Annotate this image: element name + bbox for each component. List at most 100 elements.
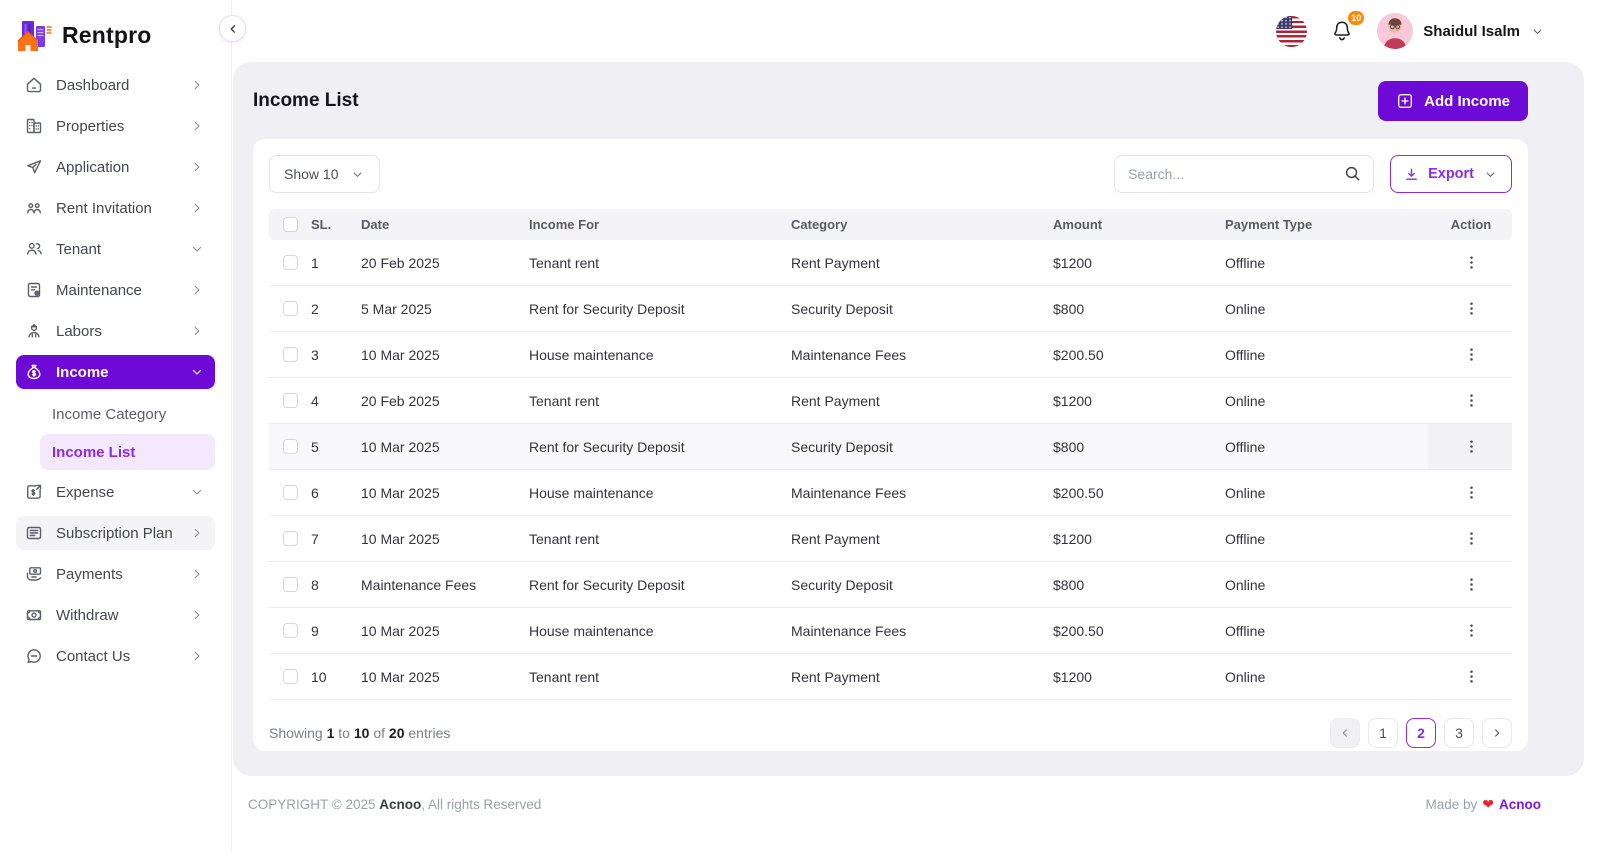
table-row: 120 Feb 2025Tenant rentRent Payment$1200… [269,240,1512,286]
show-entries-select[interactable]: Show 10 [269,155,380,193]
sidebar-subitem-income-list[interactable]: Income List [40,434,215,470]
sidebar-item-dashboard[interactable]: Dashboard [16,68,215,102]
language-flag-button[interactable] [1276,16,1307,47]
cell-category: Maintenance Fees [789,623,1051,639]
notification-badge: 10 [1346,9,1366,27]
cell-category: Rent Payment [789,393,1051,409]
column-header-income-for: Income For [527,217,789,232]
footer-company: Acnoo [379,797,421,812]
export-label: Export [1428,166,1474,182]
row-actions-menu[interactable] [1457,433,1485,461]
sidebar-item-income[interactable]: Income [16,355,215,389]
pagination-page-2[interactable]: 2 [1406,718,1436,748]
cell-income-for: House maintenance [527,623,789,639]
column-header-sl: SL. [309,217,359,232]
heart-icon: ❤ [1482,796,1494,813]
sidebar-item-label: Payments [56,566,189,583]
row-actions-menu[interactable] [1457,387,1485,415]
table-row: 710 Mar 2025Tenant rentRent Payment$1200… [269,516,1512,562]
cell-sl: 6 [309,485,359,501]
row-checkbox[interactable] [283,439,298,454]
add-income-button[interactable]: Add Income [1378,81,1528,121]
cell-amount: $1200 [1051,531,1223,547]
user-menu[interactable]: Shaidul Isalm [1377,13,1545,49]
export-button[interactable]: Export [1390,155,1512,193]
row-actions-menu[interactable] [1457,663,1485,691]
row-actions-menu[interactable] [1457,341,1485,369]
cell-amount: $1200 [1051,669,1223,685]
brand-logo[interactable]: Rentpro [0,0,231,58]
table-row: 910 Mar 2025House maintenanceMaintenance… [269,608,1512,654]
invite-icon [24,198,44,218]
table-row: 420 Feb 2025Tenant rentRent Payment$1200… [269,378,1512,424]
pagination-page-3[interactable]: 3 [1444,718,1474,748]
brand-name: Rentpro [62,22,152,49]
page-header: Income List Add Income [233,62,1584,121]
notifications-button[interactable]: 10 [1325,14,1359,48]
contact-icon [24,646,44,666]
sidebar-item-application[interactable]: Application [16,150,215,184]
users-icon [24,239,44,259]
sidebar-item-tenant[interactable]: Tenant [16,232,215,266]
pagination-next-button[interactable] [1482,718,1512,748]
user-avatar [1377,13,1413,49]
cell-amount: $800 [1051,439,1223,455]
table-header-row: SL.DateIncome ForCategoryAmountPayment T… [269,209,1512,240]
row-checkbox[interactable] [283,347,298,362]
show-entries-label: Show 10 [284,166,338,182]
pagination-prev-button[interactable] [1330,718,1360,748]
row-checkbox[interactable] [283,393,298,408]
column-header-amount: Amount [1051,217,1223,232]
cell-category: Rent Payment [789,255,1051,271]
sidebar-nav: Dashboard Properties Application Rent Invit… [0,58,231,673]
cell-sl: 2 [309,301,359,317]
column-header-category: Category [789,217,1051,232]
column-header-action: Action [1428,217,1512,232]
search-input[interactable] [1114,155,1374,193]
row-checkbox[interactable] [283,577,298,592]
sidebar-item-label: Contact Us [56,648,189,665]
row-checkbox[interactable] [283,485,298,500]
row-actions-menu[interactable] [1457,479,1485,507]
column-header-payment-type: Payment Type [1223,217,1428,232]
sidebar-item-withdraw[interactable]: Withdraw [16,598,215,632]
sidebar-item-contact-us[interactable]: Contact Us [16,639,215,673]
row-checkbox[interactable] [283,669,298,684]
row-actions-menu[interactable] [1457,617,1485,645]
cell-date: 5 Mar 2025 [359,301,527,317]
cell-date: 20 Feb 2025 [359,393,527,409]
row-checkbox[interactable] [283,255,298,270]
select-all-checkbox[interactable] [283,217,298,232]
download-icon [1404,167,1419,182]
row-actions-menu[interactable] [1457,249,1485,277]
sidebar-item-properties[interactable]: Properties [16,109,215,143]
sidebar-item-subscription-plan[interactable]: Subscription Plan [16,516,215,550]
row-actions-menu[interactable] [1457,295,1485,323]
row-checkbox[interactable] [283,531,298,546]
sidebar-item-payments[interactable]: Payments [16,557,215,591]
sidebar-item-expense[interactable]: Expense [16,475,215,509]
sidebar-item-labors[interactable]: Labors [16,314,215,348]
add-income-label: Add Income [1424,93,1510,110]
cell-category: Security Deposit [789,577,1051,593]
row-actions-menu[interactable] [1457,525,1485,553]
cell-date: 10 Mar 2025 [359,669,527,685]
sidebar-submenu: Income CategoryIncome List [16,396,215,470]
pagination-page-1[interactable]: 1 [1368,718,1398,748]
sidebar-collapse-button[interactable] [219,15,246,42]
plus-square-icon [1396,92,1414,110]
sidebar-subitem-income-category[interactable]: Income Category [40,396,215,432]
row-checkbox[interactable] [283,623,298,638]
made-by-company-link[interactable]: Acnoo [1499,797,1541,812]
brand-logo-icon [16,19,54,53]
topbar: 10 Shaidul Isalm [232,0,1600,62]
sidebar-item-label: Rent Invitation [56,200,189,217]
sidebar-item-rent-invitation[interactable]: Rent Invitation [16,191,215,225]
cell-sl: 5 [309,439,359,455]
sidebar-item-maintenance[interactable]: Maintenance [16,273,215,307]
cell-income-for: Tenant rent [527,531,789,547]
row-checkbox[interactable] [283,301,298,316]
row-actions-menu[interactable] [1457,571,1485,599]
pagination-row: Showing 1 to 10 of 20 entries 123 [269,700,1512,748]
search-box [1114,155,1374,193]
